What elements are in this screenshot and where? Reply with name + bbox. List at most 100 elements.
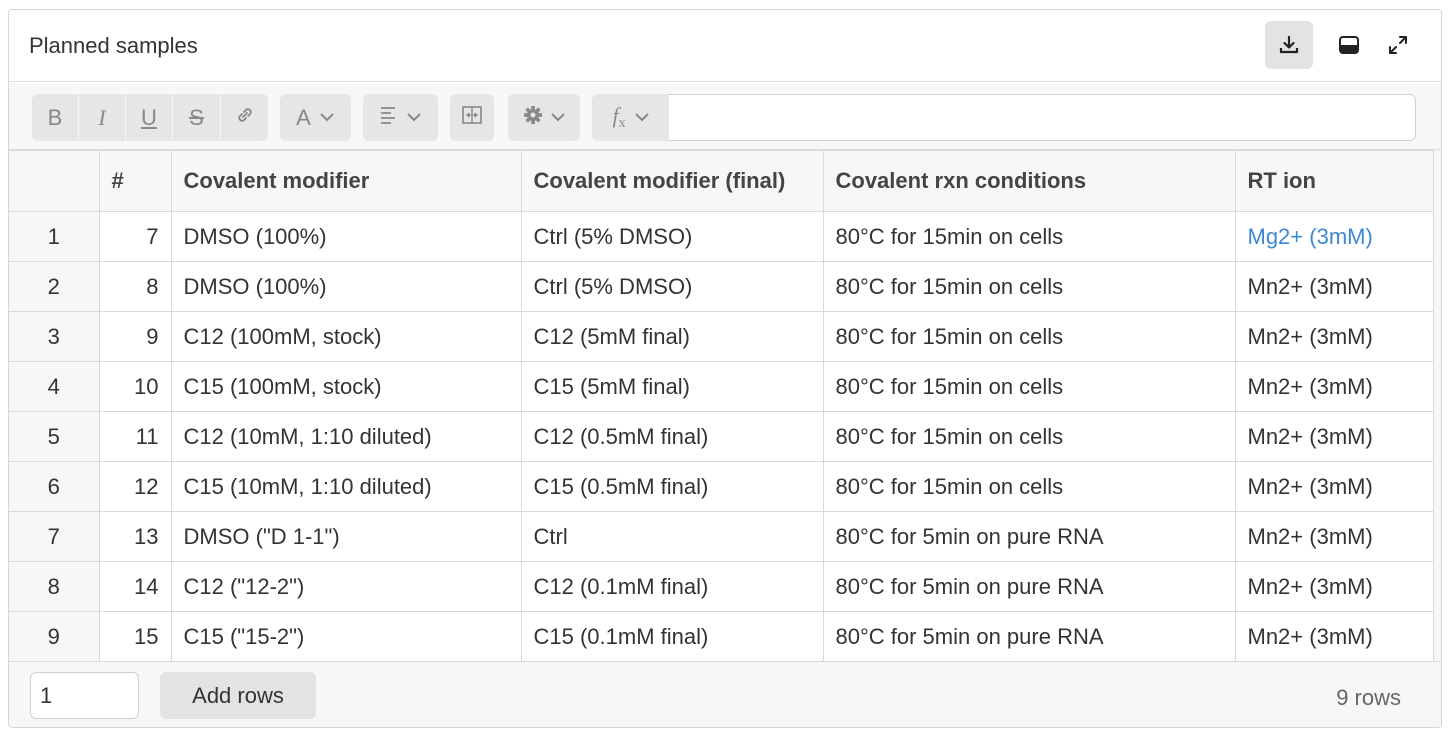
cell-covalent-rxn-conditions[interactable]: 80°C for 5min on pure RNA <box>822 511 1236 562</box>
column-header-covalent-rxn-conditions[interactable]: Covalent rxn conditions <box>822 150 1236 212</box>
column-header-covalent-modifier[interactable]: Covalent modifier <box>170 150 522 212</box>
cell-covalent-modifier[interactable]: C15 ("15-2") <box>170 611 522 662</box>
cell-covalent-modifier-final[interactable]: C15 (0.5mM final) <box>520 461 824 512</box>
strikethrough-icon: S <box>189 104 204 130</box>
cell-covalent-modifier-final[interactable]: C15 (0.1mM final) <box>520 611 824 662</box>
cell-covalent-modifier-final[interactable]: C15 (5mM final) <box>520 361 824 412</box>
cell-covalent-rxn-conditions[interactable]: 80°C for 5min on pure RNA <box>822 561 1236 612</box>
panel-icon <box>1338 34 1360 56</box>
text-color-icon: A <box>296 104 311 130</box>
cell-covalent-modifier[interactable]: C15 (100mM, stock) <box>170 361 522 412</box>
table-header-row: # Covalent modifier Covalent modifier (f… <box>9 150 1435 212</box>
table-row: 6 12 C15 (10mM, 1:10 diluted) C15 (0.5mM… <box>9 461 1435 512</box>
row-number[interactable]: 2 <box>9 261 100 312</box>
cell-covalent-rxn-conditions[interactable]: 80°C for 15min on cells <box>822 361 1236 412</box>
cell-covalent-modifier[interactable]: DMSO (100%) <box>170 261 522 312</box>
panel-title: Planned samples <box>29 33 198 58</box>
cell-covalent-rxn-conditions[interactable]: 80°C for 15min on cells <box>822 311 1236 362</box>
row-number[interactable]: 9 <box>9 611 100 662</box>
link-button[interactable] <box>221 94 268 141</box>
cell-rt-ion[interactable]: Mn2+ (3mM) <box>1234 411 1435 462</box>
vertical-scrollbar[interactable] <box>1433 150 1441 661</box>
cell-rt-ion[interactable]: Mg2+ (3mM) <box>1234 211 1435 262</box>
chevron-down-icon <box>550 109 566 127</box>
cell-covalent-modifier[interactable]: C12 (100mM, stock) <box>170 311 522 362</box>
cell-number[interactable]: 7 <box>98 211 172 262</box>
chevron-down-icon <box>634 109 650 127</box>
format-toolbar: B I U S A fx <box>9 83 1441 150</box>
cell-covalent-modifier-final[interactable]: C12 (5mM final) <box>520 311 824 362</box>
cell-covalent-modifier-final[interactable]: C12 (0.5mM final) <box>520 411 824 462</box>
strikethrough-button[interactable]: S <box>173 94 220 141</box>
panel-toggle-button[interactable] <box>1325 21 1373 69</box>
cell-covalent-rxn-conditions[interactable]: 80°C for 15min on cells <box>822 261 1236 312</box>
row-number[interactable]: 6 <box>9 461 100 512</box>
row-number[interactable]: 5 <box>9 411 100 462</box>
cell-rt-ion[interactable]: Mn2+ (3mM) <box>1234 261 1435 312</box>
cell-covalent-modifier-final[interactable]: C12 (0.1mM final) <box>520 561 824 612</box>
cell-number[interactable]: 12 <box>98 461 172 512</box>
cell-number[interactable]: 14 <box>98 561 172 612</box>
cell-number[interactable]: 15 <box>98 611 172 662</box>
table-row: 7 13 DMSO ("D 1-1") Ctrl 80°C for 5min o… <box>9 511 1435 562</box>
expand-button[interactable] <box>1374 21 1422 69</box>
column-header-rt-ion[interactable]: RT ion <box>1234 150 1435 212</box>
cell-rt-ion[interactable]: Mn2+ (3mM) <box>1234 561 1435 612</box>
cell-covalent-modifier[interactable]: DMSO ("D 1-1") <box>170 511 522 562</box>
row-number[interactable]: 8 <box>9 561 100 612</box>
cell-rt-ion[interactable]: Mn2+ (3mM) <box>1234 611 1435 662</box>
column-header-rownum[interactable] <box>9 150 100 212</box>
cell-covalent-rxn-conditions[interactable]: 80°C for 5min on pure RNA <box>822 611 1236 662</box>
row-number[interactable]: 1 <box>9 211 100 262</box>
row-count-label: 9 rows <box>1336 685 1401 710</box>
table-row: 2 8 DMSO (100%) Ctrl (5% DMSO) 80°C for … <box>9 261 1435 312</box>
cell-rt-ion[interactable]: Mn2+ (3mM) <box>1234 361 1435 412</box>
row-number[interactable]: 7 <box>9 511 100 562</box>
cell-number[interactable]: 8 <box>98 261 172 312</box>
row-number[interactable]: 3 <box>9 311 100 362</box>
text-format-group: B I U S <box>32 94 268 141</box>
row-number[interactable]: 4 <box>9 361 100 412</box>
cell-rt-ion[interactable]: Mn2+ (3mM) <box>1234 461 1435 512</box>
column-header-number[interactable]: # <box>98 150 172 212</box>
cell-number[interactable]: 9 <box>98 311 172 362</box>
download-button[interactable] <box>1265 21 1313 69</box>
underline-button[interactable]: U <box>126 94 172 141</box>
formula-button[interactable]: fx <box>592 94 674 141</box>
cell-rt-ion[interactable]: Mn2+ (3mM) <box>1234 311 1435 362</box>
rows-count-input[interactable] <box>30 672 139 719</box>
cell-covalent-rxn-conditions[interactable]: 80°C for 15min on cells <box>822 461 1236 512</box>
align-button[interactable] <box>363 94 438 141</box>
cell-covalent-rxn-conditions[interactable]: 80°C for 15min on cells <box>822 411 1236 462</box>
formula-input[interactable] <box>669 94 1416 141</box>
italic-icon: I <box>98 104 106 130</box>
cell-covalent-rxn-conditions[interactable]: 80°C for 15min on cells <box>822 211 1236 262</box>
table-row: 9 15 C15 ("15-2") C15 (0.1mM final) 80°C… <box>9 611 1435 662</box>
add-rows-button[interactable]: Add rows <box>160 672 316 719</box>
italic-button[interactable]: I <box>79 94 125 141</box>
cell-covalent-modifier[interactable]: C12 (10mM, 1:10 diluted) <box>170 411 522 462</box>
table-row: 1 7 DMSO (100%) Ctrl (5% DMSO) 80°C for … <box>9 211 1435 262</box>
panel-header: Planned samples <box>9 10 1441 82</box>
bold-button[interactable]: B <box>32 94 78 141</box>
table-row: 4 10 C15 (100mM, stock) C15 (5mM final) … <box>9 361 1435 412</box>
cell-covalent-modifier[interactable]: C12 ("12-2") <box>170 561 522 612</box>
cell-number[interactable]: 11 <box>98 411 172 462</box>
column-header-covalent-modifier-final[interactable]: Covalent modifier (final) <box>520 150 824 212</box>
cell-covalent-modifier[interactable]: DMSO (100%) <box>170 211 522 262</box>
cell-covalent-modifier-final[interactable]: Ctrl (5% DMSO) <box>520 211 824 262</box>
cell-covalent-modifier-final[interactable]: Ctrl (5% DMSO) <box>520 261 824 312</box>
align-left-icon <box>380 106 400 129</box>
text-color-button[interactable]: A <box>280 94 351 141</box>
merge-cells-button[interactable] <box>450 94 494 141</box>
table-footer: Add rows 9 rows <box>9 661 1441 727</box>
cell-covalent-modifier[interactable]: C15 (10mM, 1:10 diluted) <box>170 461 522 512</box>
cell-number[interactable]: 10 <box>98 361 172 412</box>
gear-icon <box>522 104 544 131</box>
settings-button[interactable] <box>508 94 580 141</box>
samples-table: # Covalent modifier Covalent modifier (f… <box>9 150 1435 662</box>
cell-number[interactable]: 13 <box>98 511 172 562</box>
expand-icon <box>1387 34 1409 56</box>
cell-rt-ion[interactable]: Mn2+ (3mM) <box>1234 511 1435 562</box>
cell-covalent-modifier-final[interactable]: Ctrl <box>520 511 824 562</box>
